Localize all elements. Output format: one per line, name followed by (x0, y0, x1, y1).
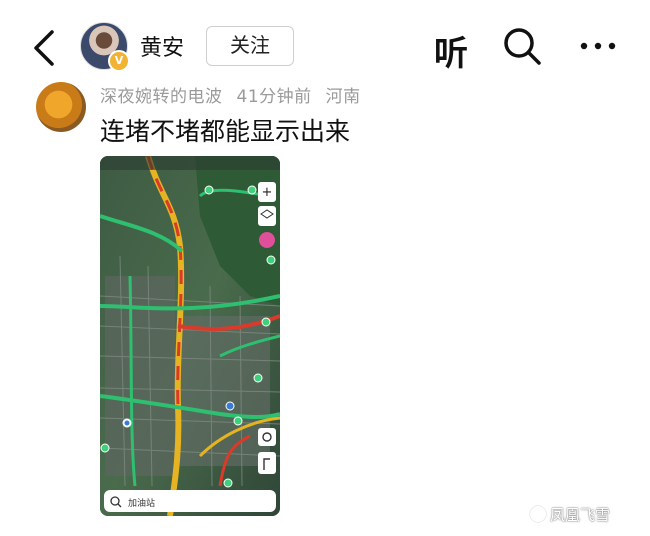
listen-button[interactable]: 听 (434, 26, 468, 75)
watermark: 凤凰飞雪 (530, 504, 610, 525)
more-options-icon[interactable] (578, 34, 618, 58)
map-search-placeholder: 加油站 (128, 499, 156, 509)
commenter-avatar[interactable] (36, 82, 86, 132)
search-icon[interactable] (500, 24, 544, 68)
author-name[interactable]: 黄安 (140, 30, 184, 62)
watermark-logo-icon (530, 506, 546, 522)
comment-image-map-screenshot[interactable]: + 加油站 (100, 156, 280, 516)
back-arrow-icon[interactable] (28, 28, 60, 68)
comment-location: 河南 (325, 87, 361, 107)
comment-time: 41分钟前 (236, 87, 312, 107)
comment-text: 连堵不堵都能显示出来 (100, 117, 351, 146)
follow-button[interactable]: 关注 (206, 26, 294, 66)
verified-badge-icon: V (108, 50, 130, 72)
comment-meta: 深夜婉转的电波 41分钟前 河南 (100, 82, 375, 107)
svg-text:+: + (262, 185, 273, 200)
commenter-username[interactable]: 深夜婉转的电波 (100, 87, 223, 107)
watermark-text: 凤凰飞雪 (550, 506, 611, 524)
